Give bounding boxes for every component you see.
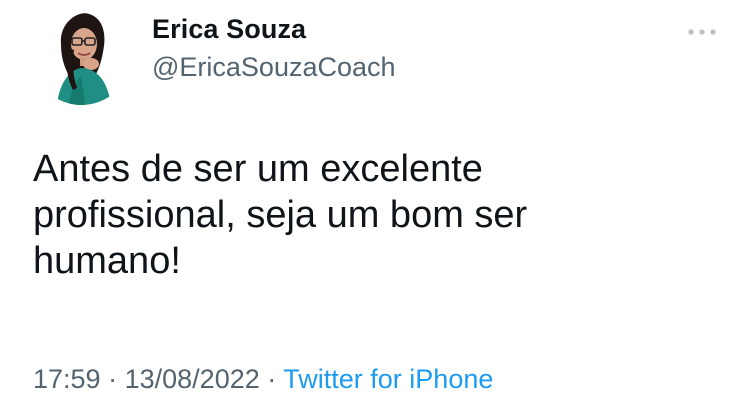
tweet-text-line: profissional, seja um bom ser <box>33 194 528 236</box>
author-display-name[interactable]: Erica Souza <box>152 14 306 45</box>
tweet-source-link[interactable]: Twitter for iPhone <box>283 364 493 394</box>
profile-photo-icon <box>31 4 132 105</box>
tweet-time[interactable]: 17:59 <box>33 364 101 394</box>
more-options-button[interactable] <box>684 20 720 44</box>
tweet-card: Erica Souza @EricaSouzaCoach Antes de se… <box>0 0 750 419</box>
meta-separator: · <box>108 364 118 394</box>
tweet-text-line: humano! <box>33 240 181 282</box>
tweet-date[interactable]: 13/08/2022 <box>125 364 260 394</box>
meta-separator: · <box>267 364 277 394</box>
tweet-metadata: 17:59 · 13/08/2022 · Twitter for iPhone <box>33 364 493 395</box>
author-handle[interactable]: @EricaSouzaCoach <box>152 52 396 83</box>
ellipsis-icon <box>688 29 716 35</box>
avatar[interactable] <box>31 4 132 105</box>
tweet-text: Antes de ser um excelente profissional, … <box>33 146 713 284</box>
tweet-text-line: Antes de ser um excelente <box>33 148 483 190</box>
